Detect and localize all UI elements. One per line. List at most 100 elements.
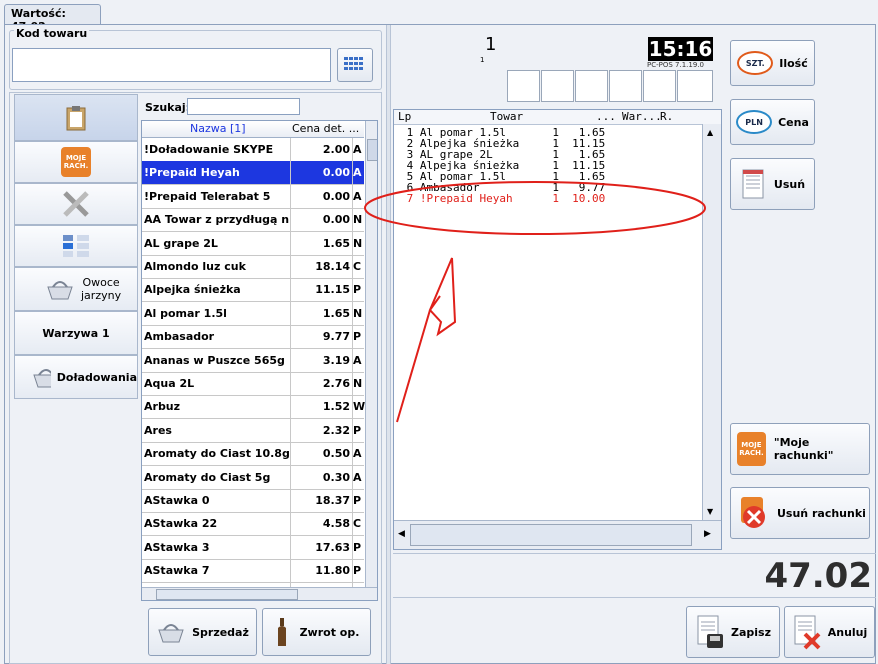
- table-row[interactable]: Aromaty do Ciast 5g 0.30 A: [142, 465, 364, 490]
- search-input[interactable]: [187, 98, 300, 115]
- product-name-cell: !Doładowanie SKYPE: [144, 138, 291, 161]
- product-name-cell: !Prepaid Heyah: [144, 161, 291, 185]
- side-button-clipboard[interactable]: [14, 94, 138, 141]
- table-row[interactable]: Aqua 2L 2.76 N: [142, 372, 364, 396]
- table-row[interactable]: Ambasador 9.77 P: [142, 325, 364, 350]
- table-row[interactable]: AStawka 3 17.63 P: [142, 535, 364, 560]
- product-unit-cell: A: [352, 348, 365, 372]
- product-code-input[interactable]: [12, 48, 331, 82]
- scroll-thumb[interactable]: [367, 139, 377, 161]
- scroll-down-icon[interactable]: ▼: [707, 507, 713, 516]
- table-row[interactable]: AStawka 0 18.37 P: [142, 489, 364, 513]
- product-code-label: Kod towaru: [14, 27, 90, 40]
- save-receipt-icon: [697, 615, 723, 648]
- pln-icon: PLN: [736, 110, 773, 134]
- scroll-thumb[interactable]: [156, 589, 298, 600]
- product-name-cell: Ambasador: [144, 325, 291, 349]
- display-small-number: 1: [480, 56, 485, 64]
- quantity-button[interactable]: SZT. Ilość: [730, 40, 815, 86]
- table-row[interactable]: Alpejka śnieżka 11.15 P: [142, 278, 364, 303]
- cancel-button[interactable]: Anuluj: [784, 606, 875, 658]
- szt-icon: SZT.: [737, 51, 774, 75]
- product-price-cell: 3.19: [322, 353, 350, 367]
- keyboard-icon: [344, 57, 363, 70]
- side-button-warzywa-1[interactable]: Warzywa 1: [14, 311, 138, 355]
- table-row[interactable]: Arbuz 1.52 W: [142, 395, 365, 420]
- table-row[interactable]: Ares 2.32 P: [142, 418, 364, 443]
- panel-divider[interactable]: [386, 25, 391, 664]
- table-row[interactable]: Ananas w Puszce 565g 3.19 A: [142, 348, 365, 373]
- side-button-doladowania[interactable]: Doładowania: [14, 355, 138, 399]
- scroll-left-icon[interactable]: ◀: [398, 529, 405, 539]
- side-button-moje-rachunki[interactable]: MOJE RACH.: [14, 141, 138, 183]
- product-name-cell: Al pomar 1.5l: [144, 301, 291, 325]
- delete-line-button[interactable]: Usuń: [730, 158, 815, 210]
- delete-receipts-button[interactable]: Usuń rachunki: [730, 487, 870, 539]
- product-price-cell: 4.58: [322, 517, 350, 531]
- sale-button[interactable]: Sprzedaż: [148, 608, 257, 656]
- product-name-cell: Almondo luz cuk: [144, 255, 291, 278]
- grid-horizontal-scrollbar[interactable]: [142, 587, 377, 600]
- receipt-line[interactable]: 7 !Prepaid Heyah 1 10.00: [400, 193, 606, 204]
- product-price-cell: 0.00: [322, 213, 350, 227]
- receipt-header-lp[interactable]: Lp: [398, 110, 411, 123]
- grid-vertical-scrollbar[interactable]: [365, 121, 377, 587]
- product-name-cell: AA Towar z przydługą n...: [144, 208, 291, 232]
- receipt-header-qty[interactable]: ...: [596, 110, 616, 123]
- display-slot: [609, 70, 642, 102]
- side-button-label: Owoce jarzyny: [81, 276, 122, 302]
- product-price-cell: 1.52: [322, 400, 350, 414]
- column-header-name[interactable]: Nazwa [1]: [190, 122, 246, 135]
- table-row[interactable]: Almondo luz cuk 18.14 C: [142, 255, 364, 279]
- receipt-header-r[interactable]: R.: [660, 110, 673, 123]
- table-row[interactable]: AL grape 2L 1.65 N: [142, 231, 364, 256]
- cancel-button-label: Anuluj: [827, 625, 868, 639]
- delete-line-button-label: Usuń: [773, 177, 806, 191]
- product-unit-cell: N: [352, 372, 365, 395]
- display-slot: [541, 70, 574, 102]
- moje-rachunki-icon: MOJE RACH.: [737, 432, 766, 466]
- settings-list-icon: [63, 235, 89, 257]
- bottle-icon: [277, 618, 286, 646]
- column-header-price[interactable]: Cena det. ...: [292, 122, 359, 135]
- table-row[interactable]: AStawka 7 11.80 P: [142, 559, 364, 584]
- product-price-cell: 0.30: [322, 470, 350, 484]
- receipt-header: Lp Towar ... War... R.: [394, 110, 721, 125]
- cancel-receipt-icon: [794, 615, 821, 650]
- basket-icon: [33, 369, 51, 388]
- save-button[interactable]: Zapisz: [686, 606, 780, 658]
- table-row[interactable]: Aromaty do Ciast 10.8g 0.50 A: [142, 442, 364, 467]
- scroll-thumb[interactable]: [410, 524, 692, 546]
- table-row[interactable]: Al pomar 1.5l 1.65 N: [142, 301, 364, 326]
- side-button-tools[interactable]: [14, 183, 138, 225]
- product-unit-cell: P: [352, 489, 365, 512]
- display-slot: [643, 70, 676, 102]
- product-name-cell: AStawka 3: [144, 535, 291, 559]
- keyboard-button[interactable]: [337, 48, 373, 82]
- table-row[interactable]: !Doładowanie SKYPE 2.00 A: [142, 138, 364, 162]
- display-slot: [575, 70, 608, 102]
- receipt-horizontal-scrollbar[interactable]: ◀ ▶: [394, 520, 721, 549]
- receipt-header-value[interactable]: War...: [622, 110, 662, 123]
- side-button-owoce-jarzyny[interactable]: Owoce jarzyny: [14, 267, 138, 311]
- receipt-vertical-scrollbar[interactable]: ▲ ▼: [702, 124, 721, 520]
- product-price-cell: 1.65: [322, 306, 350, 320]
- clipboard-icon: [66, 105, 86, 130]
- return-button[interactable]: Zwrot op.: [262, 608, 371, 656]
- table-row[interactable]: AA Towar z przydługą n... 0.00 N: [142, 208, 364, 233]
- side-button-settings-list[interactable]: [14, 225, 138, 267]
- scroll-up-icon[interactable]: ▲: [707, 128, 713, 137]
- scroll-right-icon[interactable]: ▶: [704, 529, 711, 539]
- table-row[interactable]: !Prepaid Telerabat 5 0.00 A: [142, 184, 365, 209]
- product-unit-cell: A: [352, 184, 365, 208]
- price-button[interactable]: PLN Cena: [730, 99, 815, 145]
- basket-icon: [158, 624, 184, 643]
- product-price-cell: 18.37: [315, 494, 350, 507]
- table-row[interactable]: AStawka 22 4.58 C: [142, 512, 364, 537]
- value-tab[interactable]: Wartość: 47.02: [4, 4, 101, 33]
- table-row[interactable]: !Prepaid Heyah 0.00 A: [142, 161, 364, 186]
- my-receipts-button[interactable]: MOJE RACH. "Moje rachunki": [730, 423, 870, 475]
- product-name-cell: !Prepaid Telerabat 5: [144, 184, 291, 208]
- receipt-header-towar[interactable]: Towar: [490, 110, 523, 123]
- side-button-label: Warzywa 1: [42, 326, 110, 340]
